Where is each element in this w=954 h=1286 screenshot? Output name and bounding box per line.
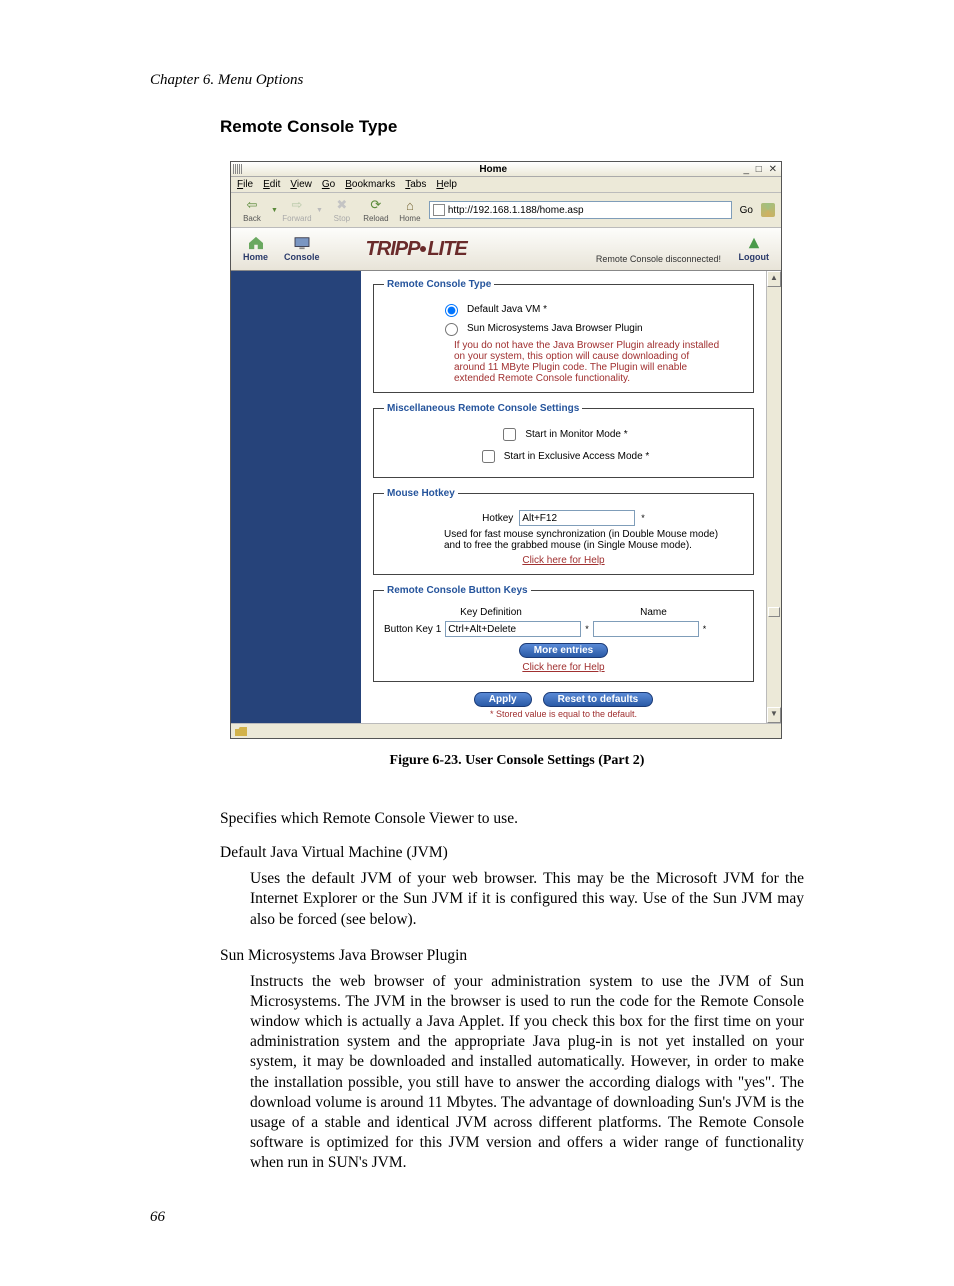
back-button[interactable]: ⇦ Back: [237, 197, 267, 223]
btnkey1-asterisk: *: [585, 624, 589, 634]
menu-help[interactable]: Help: [436, 179, 457, 190]
forward-button: ⇨ Forward: [282, 197, 312, 223]
header-logout[interactable]: Logout: [739, 236, 770, 262]
monitor-icon: [293, 236, 311, 250]
action-row: Apply Reset to defaults: [373, 692, 754, 707]
disconnect-status: Remote Console disconnected!: [596, 254, 721, 264]
forward-icon: ⇨: [289, 197, 305, 213]
fs-console-type-legend: Remote Console Type: [384, 279, 494, 290]
menu-file[interactable]: File: [237, 179, 253, 190]
house-icon: [247, 236, 265, 250]
term-default-jvm: Default Java Virtual Machine (JVM): [220, 843, 804, 863]
more-entries-button[interactable]: More entries: [519, 643, 608, 658]
fs-hotkey: Mouse Hotkey Hotkey * Used for fast mous…: [373, 488, 754, 575]
stop-button: ✖ Stop: [327, 197, 357, 223]
hotkey-input[interactable]: [519, 510, 635, 526]
titlebar: Home _ □ ✕: [231, 162, 781, 177]
term-sun-plugin: Sun Microsystems Java Browser Plugin: [220, 946, 804, 966]
section-title: Remote Console Type: [220, 117, 804, 137]
window-controls[interactable]: _ □ ✕: [743, 164, 779, 175]
back-dropdown-icon[interactable]: ▼: [271, 207, 278, 214]
toolbar: ⇦ Back ▼ ⇨ Forward ▼ ✖ Stop ⟳ Reload: [231, 193, 781, 228]
throbber-icon: [761, 203, 775, 217]
intro-paragraph: Specifies which Remote Console Viewer to…: [220, 809, 804, 829]
page-icon: [433, 204, 445, 216]
btnkey1-name-asterisk: *: [703, 624, 707, 634]
check-monitor-mode[interactable]: [503, 428, 516, 441]
page-number: 66: [150, 1209, 804, 1226]
radio-default-jvm-label: Default Java VM *: [467, 304, 547, 315]
reload-button[interactable]: ⟳ Reload: [361, 197, 391, 223]
header-console[interactable]: Console: [284, 236, 320, 262]
fs-console-type: Remote Console Type Default Java VM * Su…: [373, 279, 754, 393]
folder-icon: [235, 726, 247, 736]
menu-tabs[interactable]: Tabs: [405, 179, 426, 190]
side-panel: [231, 271, 361, 723]
plugin-warning: If you do not have the Java Browser Plug…: [454, 340, 723, 384]
address-bar[interactable]: http://192.168.1.188/home.asp: [429, 201, 732, 219]
menu-edit[interactable]: Edit: [263, 179, 280, 190]
menu-bookmarks[interactable]: Bookmarks: [345, 179, 395, 190]
radio-sun-plugin[interactable]: [445, 323, 458, 336]
grip-icon: [233, 164, 243, 174]
fs-button-keys-legend: Remote Console Button Keys: [384, 585, 531, 596]
fs-hotkey-legend: Mouse Hotkey: [384, 488, 458, 499]
logout-icon: [745, 236, 763, 250]
check-exclusive-mode[interactable]: [482, 450, 495, 463]
fs-misc-legend: Miscellaneous Remote Console Settings: [384, 403, 582, 414]
hotkey-label: Hotkey: [482, 513, 513, 524]
menu-view[interactable]: View: [290, 179, 312, 190]
header-home[interactable]: Home: [243, 236, 268, 262]
window-title: Home: [243, 164, 743, 175]
scroll-track[interactable]: [767, 287, 781, 707]
btnkey1-def-input[interactable]: [445, 621, 581, 637]
btnkey1-name-input[interactable]: [593, 621, 699, 637]
scroll-down-icon[interactable]: ▼: [767, 707, 781, 723]
home-button[interactable]: ⌂ Home: [395, 197, 425, 223]
browser-window: Home _ □ ✕ File Edit View Go Bookmarks T…: [230, 161, 782, 739]
radio-default-jvm[interactable]: [445, 304, 458, 317]
body-text: Specifies which Remote Console Viewer to…: [220, 809, 804, 1173]
figure-caption: Figure 6-23. User Console Settings (Part…: [230, 753, 804, 769]
buttonkeys-help-link[interactable]: Click here for Help: [522, 662, 604, 673]
hotkey-desc: Used for fast mouse synchronization (in …: [444, 529, 723, 551]
check-exclusive-mode-label: Start in Exclusive Access Mode *: [504, 451, 650, 462]
tripplite-logo: TRIPPLITE: [366, 238, 467, 261]
col-keydef: Key Definition: [460, 607, 522, 618]
def-sun-plugin: Instructs the web browser of your admini…: [250, 972, 804, 1173]
figure: Home _ □ ✕ File Edit View Go Bookmarks T…: [230, 161, 804, 769]
radio-sun-plugin-label: Sun Microsystems Java Browser Plugin: [467, 323, 643, 334]
reset-button[interactable]: Reset to defaults: [543, 692, 654, 707]
footer-note: * Stored value is equal to the default.: [373, 709, 754, 719]
reload-icon: ⟳: [368, 197, 384, 213]
stop-icon: ✖: [334, 197, 350, 213]
check-monitor-mode-label: Start in Monitor Mode *: [525, 429, 627, 440]
scroll-up-icon[interactable]: ▲: [767, 271, 781, 287]
back-icon: ⇦: [244, 197, 260, 213]
home-icon: ⌂: [402, 197, 418, 213]
go-button[interactable]: Go: [736, 205, 757, 216]
url-text: http://192.168.1.188/home.asp: [448, 205, 584, 216]
fs-button-keys: Remote Console Button Keys Key Definitio…: [373, 585, 754, 682]
fwd-dropdown-icon: ▼: [316, 207, 323, 214]
fs-misc: Miscellaneous Remote Console Settings St…: [373, 403, 754, 478]
menubar: File Edit View Go Bookmarks Tabs Help: [231, 177, 781, 193]
scroll-thumb[interactable]: [768, 607, 780, 617]
content-area: Remote Console Type Default Java VM * Su…: [231, 271, 781, 723]
app-header: Home Console TRIPPLITE Remote Console di…: [231, 228, 781, 271]
hotkey-help-link[interactable]: Click here for Help: [522, 555, 604, 566]
vertical-scrollbar[interactable]: ▲ ▼: [766, 271, 781, 723]
menu-go[interactable]: Go: [322, 179, 335, 190]
hotkey-asterisk: *: [641, 513, 645, 523]
statusbar: [231, 723, 781, 738]
running-head: Chapter 6. Menu Options: [150, 72, 804, 89]
apply-button[interactable]: Apply: [474, 692, 532, 707]
def-default-jvm: Uses the default JVM of your web browser…: [250, 869, 804, 929]
main-panel: Remote Console Type Default Java VM * Su…: [361, 271, 766, 723]
col-name: Name: [640, 607, 667, 618]
btnkey1-label: Button Key 1: [384, 624, 441, 635]
